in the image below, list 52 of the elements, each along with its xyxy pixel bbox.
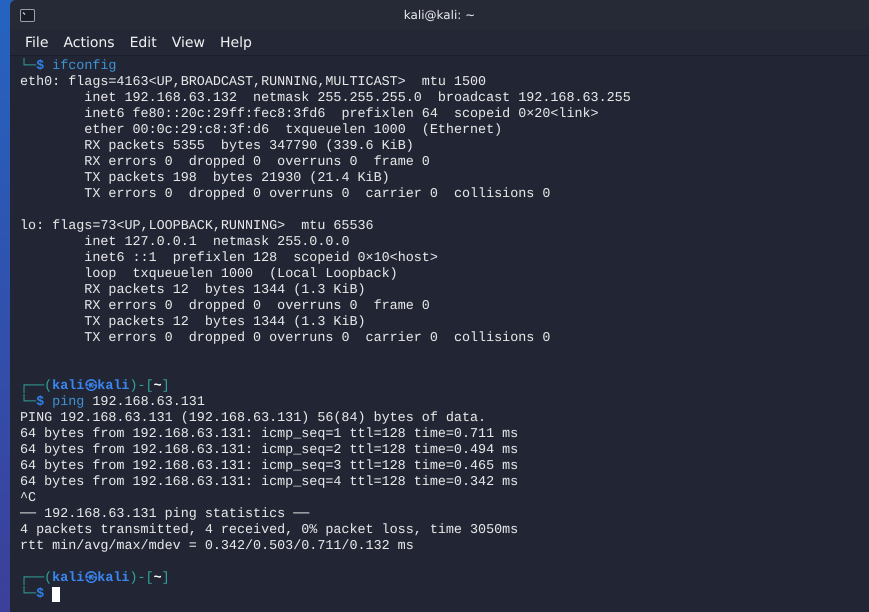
output-line: RX packets 12 bytes 1344 (1.3 KiB) (84, 283, 366, 298)
output-line: 64 bytes from 192.168.63.131: icmp_seq=3 ttl=128 time=0.465 ms (20, 459, 518, 474)
prompt-symbol: $ (36, 395, 44, 410)
prompt-user-host: kali㉿kali (52, 571, 130, 586)
output-line: eth0: flags=4163<UP,BROADCAST,RUNNING,MULTICAST> mtu 1500 (20, 75, 486, 90)
prompt-bracket: ] (162, 379, 170, 394)
output-line: 64 bytes from 192.168.63.131: icmp_seq=1 ttl=128 time=0.711 ms (20, 427, 518, 442)
prompt-line: └─ (20, 587, 36, 602)
output-line: TX errors 0 dropped 0 overruns 0 carrier 0 collisions 0 (84, 331, 550, 346)
menu-item[interactable]: View (162, 32, 210, 52)
command-argument: 192.168.63.131 (92, 395, 205, 410)
prompt-user-host: kali㉿kali (52, 379, 130, 394)
output-line: inet6 ::1 prefixlen 128 scopeid 0×10<host> (84, 251, 438, 266)
prompt-line: └─ (20, 59, 36, 74)
output-line: TX errors 0 dropped 0 overruns 0 carrier 0 collisions 0 (84, 187, 550, 202)
output-line: ether 00:0c:29:c8:3f:d6 txqueuelen 1000 (Ethernet) (84, 123, 502, 138)
prompt-bracket: ] (162, 571, 170, 586)
prompt-line: ┌──( (20, 379, 52, 394)
menu-item[interactable]: File (15, 32, 54, 52)
output-line: loop txqueuelen 1000 (Local Loopback) (84, 267, 398, 282)
output-line: inet 127.0.0.1 netmask 255.0.0.0 (84, 235, 350, 250)
output-line: ^C (20, 491, 36, 506)
prompt-line: ┌──( (20, 571, 52, 586)
prompt-symbol: $ (36, 587, 44, 602)
output-line: inet 192.168.63.132 netmask 255.255.255.0 broadcast 192.168.63.255 (84, 91, 631, 106)
prompt-directory: ~ (154, 379, 162, 394)
prompt-symbol: $ (36, 59, 44, 74)
window-title: kali@kali: ~ (404, 8, 476, 22)
output-line: TX packets 198 bytes 21930 (21.4 KiB) (84, 171, 390, 186)
menu-item[interactable]: Edit (120, 32, 162, 52)
output-line: RX packets 5355 bytes 347790 (339.6 KiB) (84, 139, 414, 154)
command-text: ifconfig (52, 59, 116, 74)
command-text: ping (52, 395, 84, 410)
output-line: inet6 fe80::20c:29ff:fec8:3fd6 prefixlen 64 scopeid 0×20<link> (84, 107, 599, 122)
output-line: RX errors 0 dropped 0 overruns 0 frame 0 (84, 299, 430, 314)
output-line: 64 bytes from 192.168.63.131: icmp_seq=2 ttl=128 time=0.494 ms (20, 443, 518, 458)
output-line: 64 bytes from 192.168.63.131: icmp_seq=4 ttl=128 time=0.342 ms (20, 475, 518, 490)
prompt-bracket: )-[ (129, 379, 154, 394)
menu-item[interactable]: Help (210, 32, 257, 52)
prompt-line: └─ (20, 395, 36, 410)
output-line: RX errors 0 dropped 0 overruns 0 frame 0 (84, 155, 430, 170)
output-line: rtt min/avg/max/mdev = 0.342/0.503/0.711/0.132 ms (20, 539, 414, 554)
terminal-icon (20, 8, 35, 22)
output-line: ── 192.168.63.131 ping statistics ── (20, 507, 310, 522)
output-line: TX packets 12 bytes 1344 (1.3 KiB) (84, 315, 366, 330)
menu-item[interactable]: Actions (53, 32, 120, 52)
output-line: lo: flags=73<UP,LOOPBACK,RUNNING> mtu 65536 (20, 219, 374, 234)
cursor (52, 587, 60, 602)
prompt-bracket: )-[ (129, 571, 154, 586)
output-line: PING 192.168.63.131 (192.168.63.131) 56(84) bytes of data. (20, 411, 486, 426)
output-line: 4 packets transmitted, 4 received, 0% packet loss, time 3050ms (20, 523, 518, 538)
prompt-directory: ~ (154, 571, 162, 586)
